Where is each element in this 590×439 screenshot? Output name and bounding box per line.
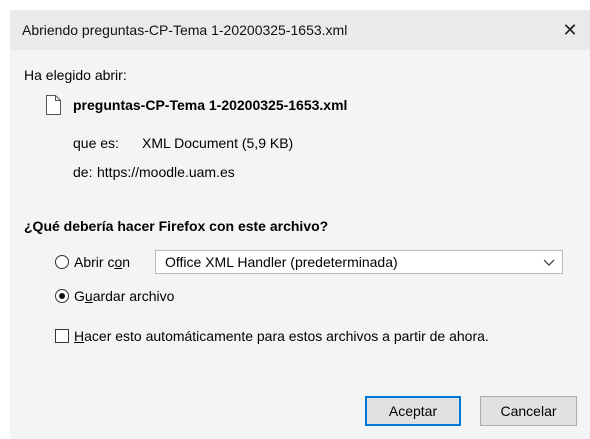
open-with-app-value: Office XML Handler (predeterminada): [165, 254, 398, 270]
window-title: Abriendo preguntas-CP-Tema 1-20200325-16…: [22, 22, 348, 38]
save-file-label[interactable]: Guardar archivo: [74, 288, 174, 304]
desktop-top-strip: [0, 0, 590, 10]
file-source-value: https://moodle.uam.es: [97, 164, 235, 180]
desktop-left-strip: [0, 0, 10, 439]
file-type-value: XML Document (5,9 KB): [142, 135, 294, 151]
chosen-to-open-label: Ha elegido abrir:: [24, 67, 127, 83]
file-source-label: de:: [73, 164, 93, 180]
chevron-down-icon: [543, 259, 555, 266]
file-name: preguntas-CP-Tema 1-20200325-1653.xml: [73, 97, 348, 113]
close-icon[interactable]: ✕: [550, 10, 590, 50]
document-icon: [46, 95, 61, 115]
save-file-radio[interactable]: [55, 289, 69, 303]
open-with-radio[interactable]: [55, 255, 69, 269]
open-with-label[interactable]: Abrir con: [74, 254, 130, 270]
accept-button[interactable]: Aceptar: [365, 396, 461, 426]
auto-action-label[interactable]: Hacer esto automáticamente para estos ar…: [74, 328, 489, 344]
cancel-button[interactable]: Cancelar: [480, 396, 577, 426]
title-bar: Abriendo preguntas-CP-Tema 1-20200325-16…: [10, 10, 590, 50]
action-question: ¿Qué debería hacer Firefox con este arch…: [24, 218, 329, 234]
auto-action-checkbox[interactable]: [55, 329, 69, 343]
open-with-app-select[interactable]: Office XML Handler (predeterminada): [155, 250, 563, 274]
file-type-label: que es:: [73, 135, 119, 151]
